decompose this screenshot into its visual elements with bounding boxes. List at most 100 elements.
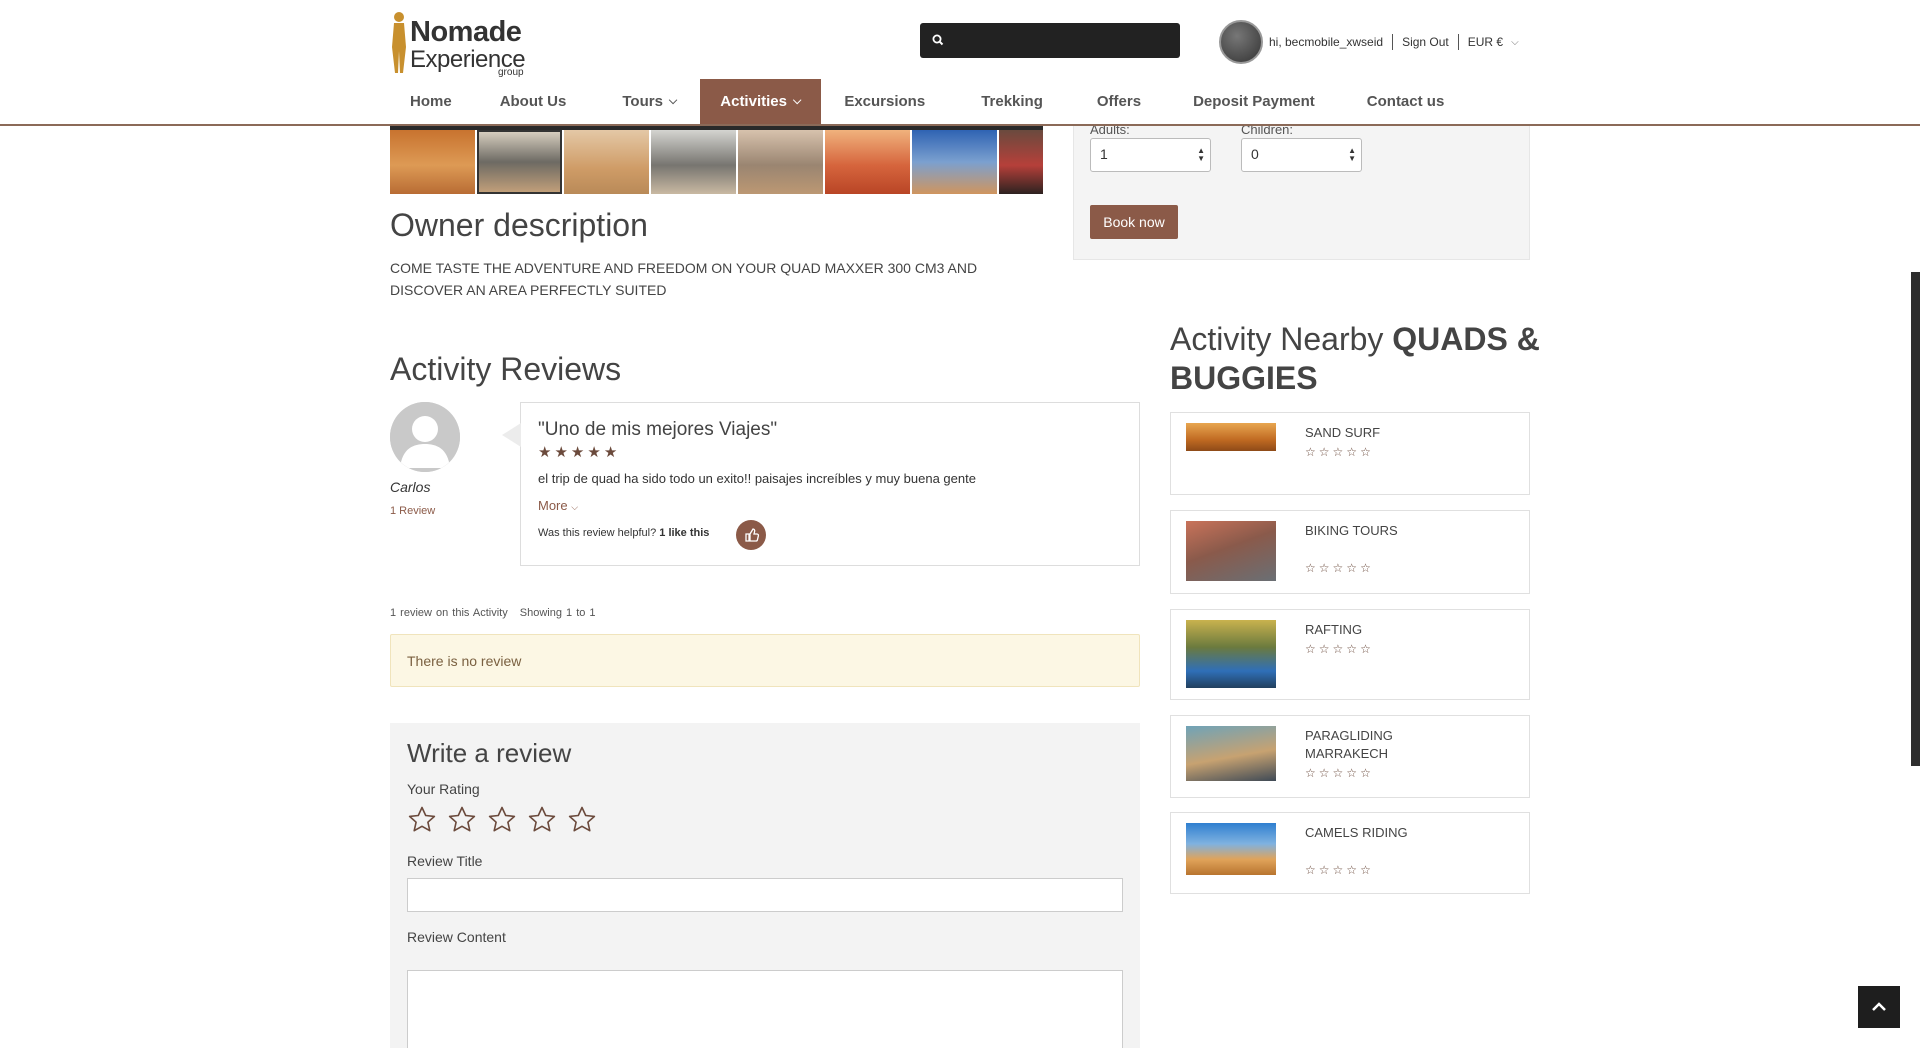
nearby-item[interactable]: SAND SURF ☆ ☆ ☆ ☆ ☆ [1170, 412, 1530, 495]
nearby-activities-title: Activity Nearby QUADS & BUGGIES [1170, 320, 1550, 398]
booking-panel: Adults: 1 ▲ ▼ Children: 0 ▲ ▼ Book now [1073, 110, 1530, 260]
reviewer-review-count-link[interactable]: 1 Review [390, 505, 435, 517]
children-select[interactable]: 0 ▲ ▼ [1241, 138, 1362, 172]
review-showing-text: Showing 1 to 1 [519, 607, 596, 619]
star-outline-icon: ☆ [1346, 561, 1358, 575]
nav-about-us[interactable]: About Us [472, 79, 595, 124]
page-scrollbar[interactable] [1911, 272, 1920, 766]
site-header: Nomade Experience group hi, becmobile_xw… [0, 0, 1920, 126]
star-outline-icon: ☆ [1305, 445, 1316, 459]
nav-contact-us[interactable]: Contact us [1341, 79, 1471, 124]
gallery-thumb[interactable] [477, 130, 562, 194]
gallery-thumb[interactable] [651, 130, 736, 194]
star-outline-icon: ☆ [1332, 863, 1344, 877]
star-outline-icon: ☆ [1346, 642, 1358, 656]
star-outline-icon: ☆ [1360, 642, 1371, 656]
review-content-textarea[interactable] [407, 970, 1123, 1048]
nearby-thumbnail [1186, 726, 1276, 781]
chevron-down-icon: ⌵ [1511, 36, 1519, 48]
scroll-to-top-button[interactable] [1858, 986, 1900, 1028]
nearby-item-name: CAMELS RIDING [1305, 825, 1408, 840]
star-outline-icon: ☆ [1360, 445, 1371, 459]
star-outline-icon: ☆ [1305, 863, 1316, 877]
review-count-text: 1 review on this Activity [390, 607, 508, 619]
nearby-thumbnail [1186, 521, 1276, 581]
review-title: "Uno de mis mejores Viajes" [538, 419, 778, 440]
gallery-thumb[interactable] [999, 130, 1043, 194]
star-filled-icon: ★ [554, 444, 568, 461]
nav-trekking[interactable]: Trekking [953, 79, 1071, 124]
star-outline-icon[interactable] [527, 805, 557, 835]
nearby-rating: ☆ ☆ ☆ ☆ ☆ [1305, 562, 1374, 574]
chevron-up-icon [1872, 1002, 1886, 1011]
star-outline-icon[interactable] [567, 805, 597, 835]
star-outline-icon: ☆ [1305, 642, 1316, 656]
review-card: "Uno de mis mejores Viajes" ★ ★ ★ ★ ★ el… [502, 402, 1140, 566]
no-review-notice: There is no review [390, 634, 1140, 687]
nav-offers[interactable]: Offers [1071, 79, 1167, 124]
write-review-form: Write a review Your Rating Review Title … [390, 723, 1140, 1048]
user-avatar[interactable] [1219, 20, 1263, 64]
more-label: More [538, 498, 568, 513]
nomade-logo[interactable]: Nomade Experience group [390, 11, 530, 78]
nearby-thumbnail [1186, 620, 1276, 688]
review-title-input[interactable] [407, 878, 1123, 912]
owner-description-title: Owner description [390, 207, 648, 243]
star-outline-icon: ☆ [1332, 445, 1344, 459]
user-silhouette-icon [390, 402, 460, 472]
divider [1457, 34, 1459, 50]
nomad-figure-logo-icon [392, 12, 406, 73]
star-outline-icon[interactable] [407, 805, 437, 835]
review-summary: 1 review on this Activity Showing 1 to 1 [390, 607, 596, 619]
nearby-thumbnail [1186, 823, 1276, 875]
review-more-link[interactable]: More ⌵ [538, 498, 578, 513]
nav-tours[interactable]: Tours ⌵ [594, 79, 700, 124]
star-outline-icon[interactable] [487, 805, 517, 835]
review-helpful: Was this review helpful? 1 like this [538, 527, 709, 539]
star-filled-icon: ★ [538, 444, 552, 461]
star-outline-icon: ☆ [1360, 766, 1371, 780]
gallery-thumb[interactable] [390, 130, 475, 194]
nearby-rating: ☆ ☆ ☆ ☆ ☆ [1305, 643, 1374, 655]
nearby-thumbnail [1186, 423, 1276, 451]
nearby-title-prefix: Activity Nearby [1170, 321, 1384, 357]
like-review-button[interactable] [736, 520, 766, 550]
nearby-item[interactable]: CAMELS RIDING ☆ ☆ ☆ ☆ ☆ [1170, 812, 1530, 894]
review-content-label: Review Content [407, 929, 506, 945]
logo-text-group: group [498, 67, 524, 78]
book-now-button[interactable]: Book now [1090, 205, 1178, 239]
star-outline-icon: ☆ [1305, 766, 1316, 780]
gallery-thumb[interactable] [738, 130, 823, 194]
reviewer-name: Carlos [390, 479, 431, 495]
nav-label: Trekking [981, 93, 1043, 110]
gallery-thumb[interactable] [564, 130, 649, 194]
currency-selector[interactable]: EUR € [1468, 35, 1503, 49]
star-outline-icon: ☆ [1332, 642, 1344, 656]
photo-gallery-thumbnails [390, 126, 1043, 196]
star-outline-icon: ☆ [1332, 766, 1344, 780]
nav-excursions[interactable]: Excursions [821, 79, 953, 124]
children-value: 0 [1251, 146, 1259, 162]
gallery-thumb[interactable] [825, 130, 910, 194]
chevron-down-icon: ⌵ [668, 95, 678, 107]
nearby-item[interactable]: BIKING TOURS ☆ ☆ ☆ ☆ ☆ [1170, 510, 1530, 594]
star-outline-icon[interactable] [447, 805, 477, 835]
nav-label: Offers [1096, 93, 1142, 110]
sign-out-link[interactable]: Sign Out [1402, 35, 1449, 49]
logo-text-nomade: Nomade [410, 16, 522, 48]
nav-activities[interactable]: Activities ⌵ [700, 79, 822, 124]
rating-input [407, 805, 607, 835]
nav-deposit-payment[interactable]: Deposit Payment [1167, 79, 1341, 124]
nearby-item[interactable]: PARAGLIDING MARRAKECH ☆ ☆ ☆ ☆ ☆ [1170, 715, 1530, 798]
search-input[interactable] [920, 23, 1180, 58]
star-outline-icon: ☆ [1332, 561, 1344, 575]
adults-select[interactable]: 1 ▲ ▼ [1090, 138, 1211, 172]
star-filled-icon: ★ [570, 444, 585, 461]
chevron-down-icon: ⌵ [571, 502, 579, 512]
nearby-item[interactable]: RAFTING ☆ ☆ ☆ ☆ ☆ [1170, 609, 1530, 700]
nav-label: Excursions [844, 93, 926, 110]
review-title-label: Review Title [407, 853, 483, 869]
nav-home[interactable]: Home [390, 79, 472, 124]
nav-label: Tours [622, 93, 663, 110]
gallery-thumb[interactable] [912, 130, 997, 194]
